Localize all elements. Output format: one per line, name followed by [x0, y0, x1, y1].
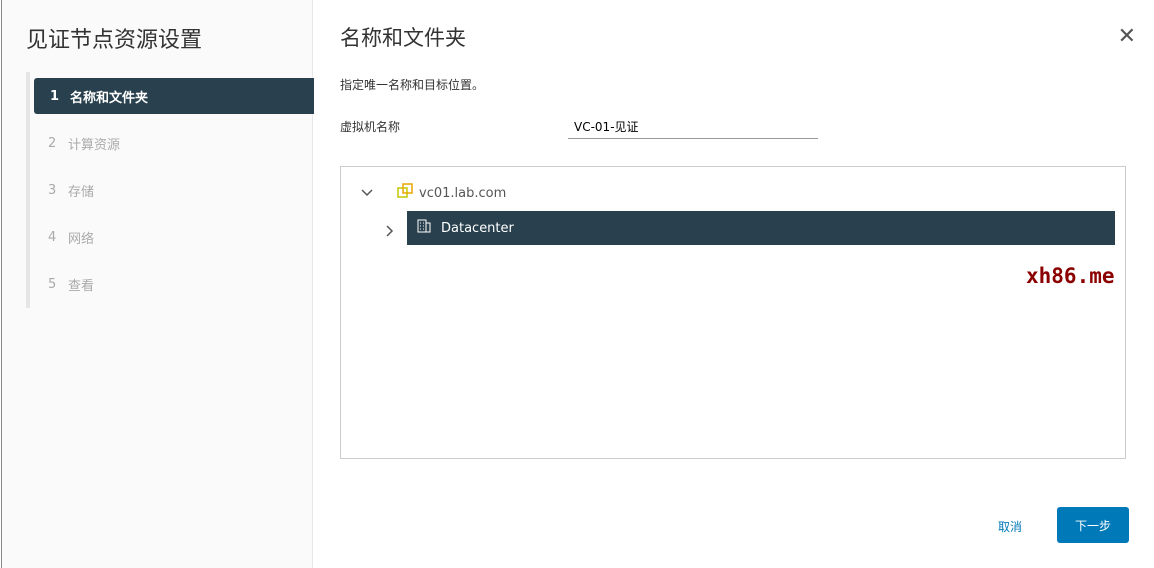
- next-button[interactable]: 下一步: [1057, 507, 1129, 543]
- tree-node-label: vc01.lab.com: [419, 185, 507, 201]
- chevron-down-icon[interactable]: [361, 186, 397, 201]
- step-list: 1 名称和文件夹 2 计算资源 3 存储 4 网络 5 查看: [26, 72, 314, 308]
- tree-node-datacenter[interactable]: Datacenter: [407, 211, 1115, 245]
- wizard-sidebar: 见证节点资源设置 1 名称和文件夹 2 计算资源 3 存储 4 网络 5 查看: [1, 0, 314, 568]
- step-label: 计算资源: [68, 137, 121, 153]
- step-4[interactable]: 4 网络: [30, 219, 314, 255]
- wizard-title: 见证节点资源设置: [26, 28, 203, 53]
- datacenter-icon: [417, 219, 441, 237]
- step-5[interactable]: 5 查看: [30, 266, 314, 302]
- vm-name-label: 虚拟机名称: [340, 120, 401, 134]
- watermark: xh86.me: [1026, 264, 1115, 288]
- page-description: 指定唯一名称和目标位置。: [340, 78, 485, 92]
- wizard-content: 名称和文件夹 ✕ 指定唯一名称和目标位置。 虚拟机名称 vc01.lab.com…: [313, 0, 1154, 568]
- step-number: 4: [48, 229, 57, 245]
- step-label: 网络: [68, 231, 95, 247]
- vcenter-icon: [397, 183, 419, 203]
- step-label: 名称和文件夹: [70, 90, 149, 106]
- close-icon[interactable]: ✕: [1118, 24, 1136, 49]
- step-number: 5: [48, 276, 57, 292]
- location-tree: vc01.lab.com Datacenter: [340, 166, 1126, 459]
- step-number: 3: [48, 182, 57, 198]
- tree-node-label: Datacenter: [441, 220, 514, 236]
- cancel-button[interactable]: 取消: [980, 509, 1040, 543]
- step-label: 存储: [68, 184, 95, 200]
- tree-node-vcenter[interactable]: vc01.lab.com: [361, 183, 506, 203]
- step-label: 查看: [68, 278, 95, 294]
- step-number: 2: [48, 135, 57, 151]
- step-number: 1: [50, 88, 60, 104]
- page-title: 名称和文件夹: [340, 26, 466, 50]
- step-3[interactable]: 3 存储: [30, 172, 314, 208]
- step-2[interactable]: 2 计算资源: [30, 125, 314, 161]
- vm-name-input[interactable]: [568, 115, 818, 139]
- step-1[interactable]: 1 名称和文件夹: [34, 78, 314, 114]
- chevron-right-icon[interactable]: [386, 222, 394, 241]
